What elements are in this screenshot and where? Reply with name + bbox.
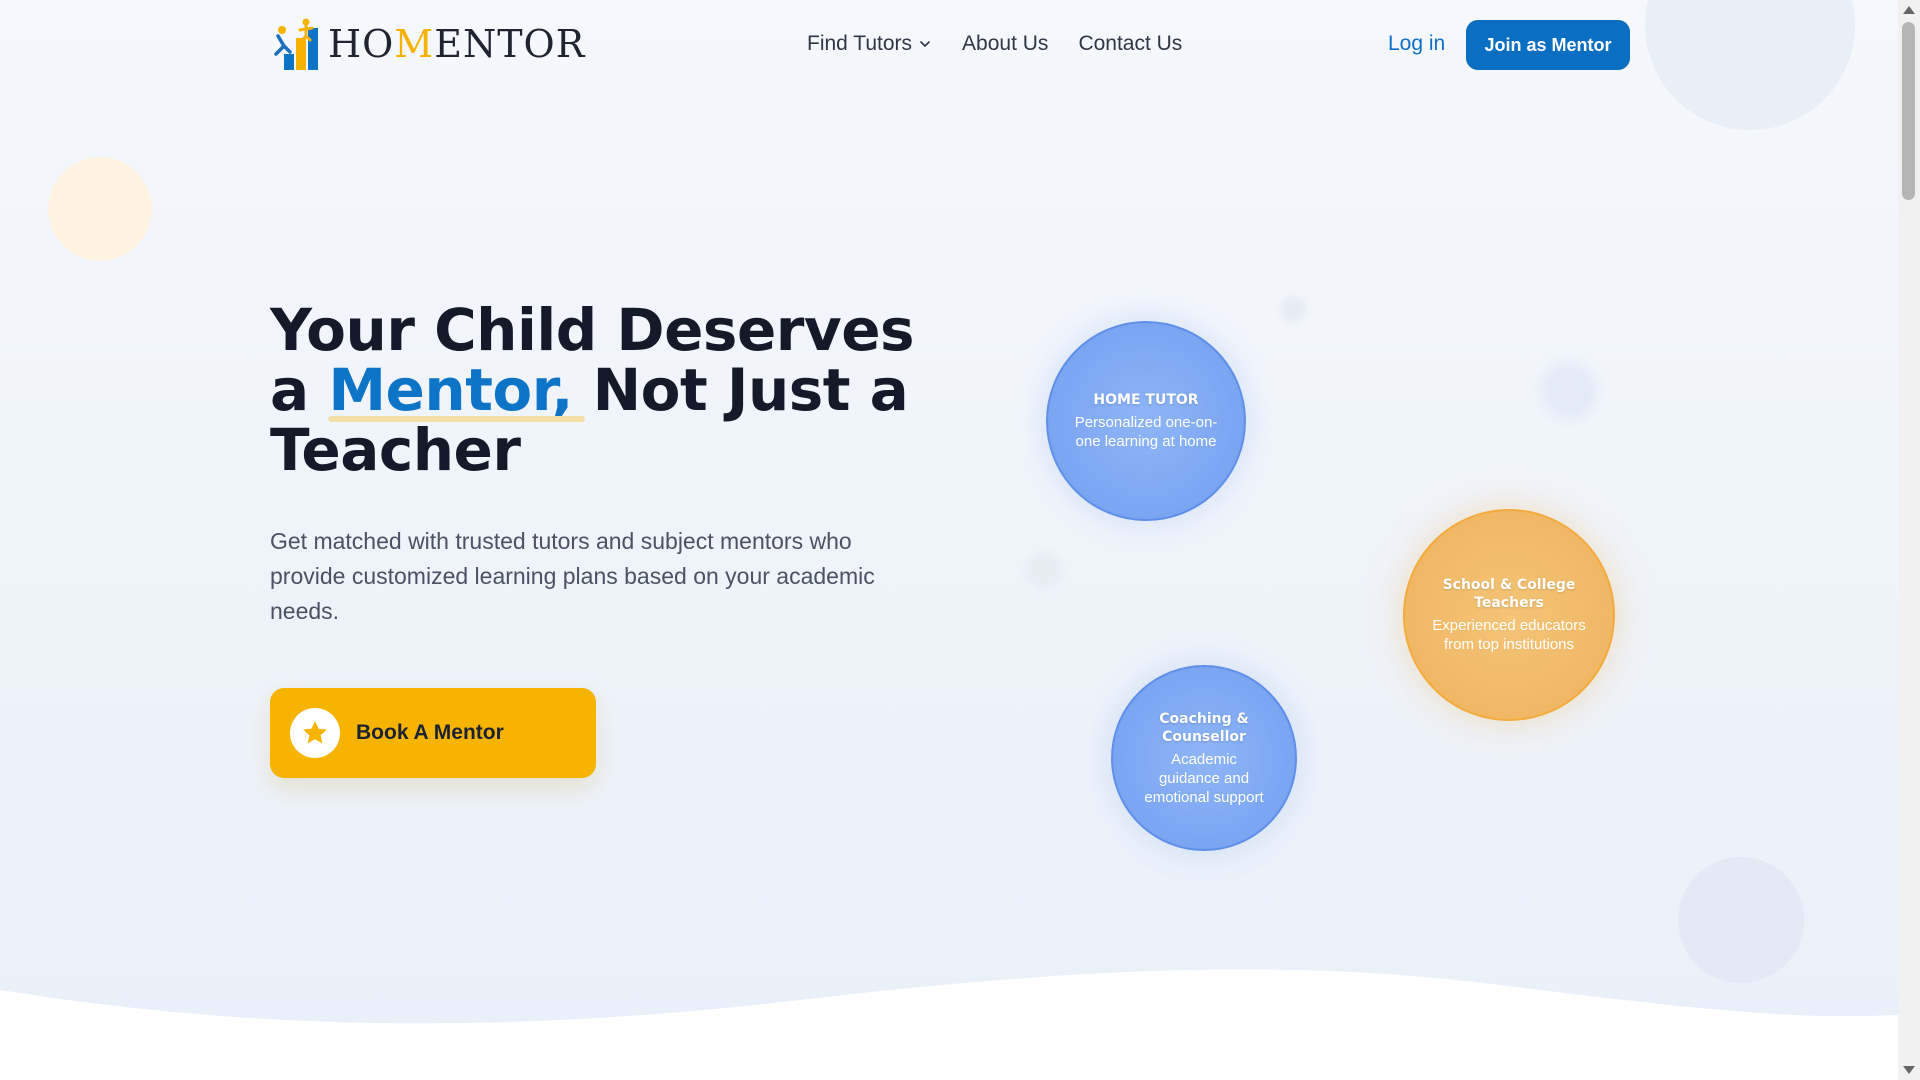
book-a-mentor-label: Book A Mentor bbox=[356, 721, 504, 744]
nav-contact-us[interactable]: Contact Us bbox=[1078, 32, 1182, 56]
mentor-climbing-logo-icon bbox=[274, 18, 318, 70]
service-title: HOME TUTOR bbox=[1093, 392, 1199, 408]
join-as-mentor-button[interactable]: Join as Mentor bbox=[1466, 20, 1630, 70]
hero-subtitle: Get matched with trusted tutors and subj… bbox=[270, 528, 875, 624]
scroll-up-arrow-icon[interactable] bbox=[1903, 6, 1915, 14]
book-a-mentor-button[interactable]: Book A Mentor bbox=[270, 688, 596, 778]
service-desc: Personalized one-on-one learning at home bbox=[1074, 414, 1218, 450]
service-coaching-counsellor[interactable]: Coaching & Counsellor Academic guidance … bbox=[1111, 665, 1297, 851]
decorative-peach-circle bbox=[48, 157, 152, 261]
decorative-dot bbox=[1540, 362, 1598, 420]
service-title: Coaching & Counsellor bbox=[1159, 710, 1249, 745]
site-header: HOMENTOR Find Tutors About Us Contact Us… bbox=[0, 0, 1898, 90]
nav-find-tutors[interactable]: Find Tutors bbox=[807, 32, 932, 56]
nav-about-us[interactable]: About Us bbox=[962, 32, 1048, 56]
brand-name: HOMENTOR bbox=[328, 22, 586, 66]
star-icon bbox=[290, 708, 340, 758]
decorative-dot bbox=[1280, 296, 1306, 322]
brand-logo[interactable]: HOMENTOR bbox=[270, 18, 585, 70]
hero-title-accent: Mentor, bbox=[328, 356, 585, 424]
bottom-wave bbox=[0, 969, 1898, 1080]
main-nav: Find Tutors About Us Contact Us bbox=[807, 32, 1182, 56]
login-link[interactable]: Log in bbox=[1388, 32, 1445, 56]
hero-title: Your Child Deserves a Mentor, Not Just a… bbox=[270, 296, 915, 484]
service-desc: Experienced educators from top instituti… bbox=[1432, 617, 1586, 653]
page: HOMENTOR Find Tutors About Us Contact Us… bbox=[0, 0, 1898, 1080]
service-school-college-teachers[interactable]: School & College Teachers Experienced ed… bbox=[1403, 509, 1615, 721]
chevron-down-icon bbox=[920, 41, 930, 48]
service-home-tutor[interactable]: HOME TUTOR Personalized one-on-one learn… bbox=[1046, 321, 1246, 521]
service-desc: Academic guidance and emotional support bbox=[1144, 750, 1264, 806]
scroll-down-arrow-icon[interactable] bbox=[1903, 1066, 1915, 1074]
vertical-scrollbar[interactable] bbox=[1898, 0, 1920, 1080]
scrollbar-thumb[interactable] bbox=[1902, 22, 1915, 200]
service-title: School & College Teachers bbox=[1442, 577, 1576, 611]
decorative-dot bbox=[1025, 552, 1063, 590]
